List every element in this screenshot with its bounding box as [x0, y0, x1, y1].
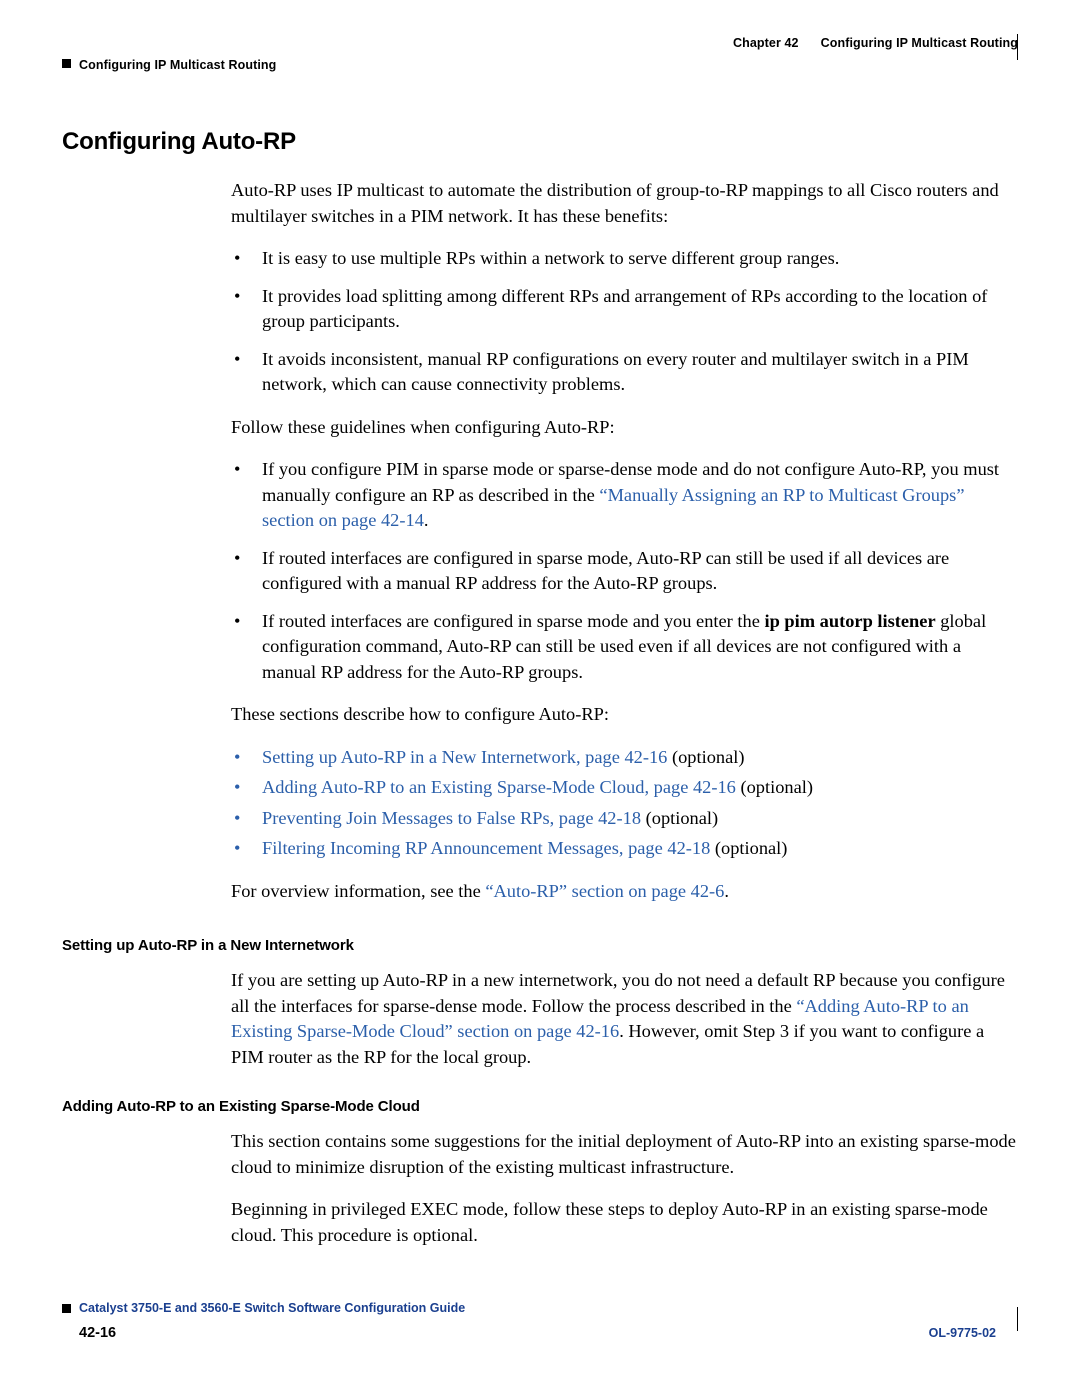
footer-square-icon [62, 1304, 71, 1313]
bullet-icon: • [234, 838, 241, 858]
guidelines-list: • If you configure PIM in sparse mode or… [62, 457, 1018, 685]
document-page: Chapter 42 Configuring IP Multicast Routi… [0, 0, 1080, 1397]
list-item: • It avoids inconsistent, manual RP conf… [62, 347, 1018, 398]
bullet-icon: • [234, 807, 241, 828]
sections-lead-paragraph: These sections describe how to configure… [231, 704, 609, 724]
subsection-heading-1: Setting up Auto-RP in a New Internetwork [62, 937, 354, 954]
subsection1-paragraph: If you are setting up Auto-RP in a new i… [62, 968, 1018, 1070]
section-link[interactable]: Filtering Incoming RP Announcement Messa… [262, 838, 710, 858]
section-links-list: • Setting up Auto-RP in a New Internetwo… [62, 745, 1018, 862]
header-running-head-text: Configuring IP Multicast Routing [79, 58, 277, 72]
page-title: Configuring Auto-RP [62, 128, 296, 155]
list-item-text: It avoids inconsistent, manual RP config… [262, 348, 969, 395]
bullet-icon: • [234, 777, 241, 797]
section-link-suffix: (optional) [710, 838, 788, 858]
bullet-icon: • [234, 610, 241, 631]
list-item: • If you configure PIM in sparse mode or… [62, 457, 1018, 534]
page-footer: Catalyst 3750-E and 3560-E Switch Softwa… [62, 1301, 1018, 1341]
list-item: • Adding Auto-RP to an Existing Sparse-M… [62, 775, 1018, 801]
guideline-text-pre: If routed interfaces are configured in s… [262, 547, 950, 594]
page-header: Chapter 42 Configuring IP Multicast Routi… [62, 34, 1018, 78]
overview-text-pre: For overview information, see the [231, 880, 486, 901]
command-keyword: ip pim autorp listener [764, 610, 936, 631]
section-link[interactable]: Setting up Auto-RP in a New Internetwork… [262, 747, 667, 767]
page-content: Auto-RP uses IP multicast to automate th… [62, 178, 1018, 1265]
list-item: • If routed interfaces are configured in… [62, 609, 1018, 686]
list-item-text: It provides load splitting among differe… [262, 285, 988, 332]
list-item: • Setting up Auto-RP in a New Internetwo… [62, 745, 1018, 771]
header-chapter-info: Chapter 42 Configuring IP Multicast Routi… [732, 34, 1018, 60]
bullet-icon: • [234, 459, 241, 479]
footer-vertical-rule [1017, 1307, 1018, 1331]
bullet-icon: • [234, 746, 241, 767]
list-item: • Preventing Join Messages to False RPs,… [62, 806, 1018, 832]
list-item: • Filtering Incoming RP Announcement Mes… [62, 836, 1018, 862]
bullet-icon: • [234, 248, 241, 268]
bullet-icon: • [234, 547, 241, 568]
section-link-suffix: (optional) [667, 746, 745, 767]
section-link-suffix: (optional) [641, 807, 719, 828]
header-square-icon [62, 59, 71, 68]
list-item: • It provides load splitting among diffe… [62, 284, 1018, 335]
benefits-list: • It is easy to use multiple RPs within … [62, 246, 1018, 398]
section-link[interactable]: Adding Auto-RP to an Existing Sparse-Mod… [262, 777, 736, 797]
section-link[interactable]: Preventing Join Messages to False RPs, p… [262, 808, 641, 828]
footer-page-number: 42-16 [79, 1325, 117, 1341]
intro-paragraph: Auto-RP uses IP multicast to automate th… [231, 180, 999, 226]
guideline-text-pre: If routed interfaces are configured in s… [262, 610, 765, 631]
footer-guide-title: Catalyst 3750-E and 3560-E Switch Softwa… [79, 1301, 466, 1315]
guideline-text-post: . [423, 510, 429, 530]
footer-doc-number: OL-9775-02 [928, 1326, 996, 1340]
header-vertical-rule [1017, 34, 1018, 60]
header-chapter-title: Configuring IP Multicast Routing [820, 36, 1018, 50]
overview-link[interactable]: “Auto-RP” section on page 42-6 [485, 881, 724, 901]
subsection-heading-2: Adding Auto-RP to an Existing Sparse-Mod… [62, 1098, 420, 1115]
bullet-icon: • [234, 348, 241, 369]
list-item-text: It is easy to use multiple RPs within a … [262, 248, 840, 268]
section-link-suffix: (optional) [735, 777, 813, 797]
bullet-icon: • [234, 285, 241, 306]
subsection2-paragraph-1: This section contains some suggestions f… [231, 1131, 1016, 1177]
header-chapter-label: Chapter 42 [732, 36, 799, 50]
subsection2-paragraph-2: Beginning in privileged EXEC mode, follo… [231, 1199, 988, 1245]
header-running-head: Configuring IP Multicast Routing [62, 58, 276, 72]
list-item: • It is easy to use multiple RPs within … [62, 246, 1018, 272]
overview-text-post: . [724, 880, 729, 901]
guidelines-lead-paragraph: Follow these guidelines when configuring… [231, 416, 615, 437]
overview-paragraph: For overview information, see the “Auto-… [62, 879, 1018, 905]
list-item: • If routed interfaces are configured in… [62, 546, 1018, 597]
